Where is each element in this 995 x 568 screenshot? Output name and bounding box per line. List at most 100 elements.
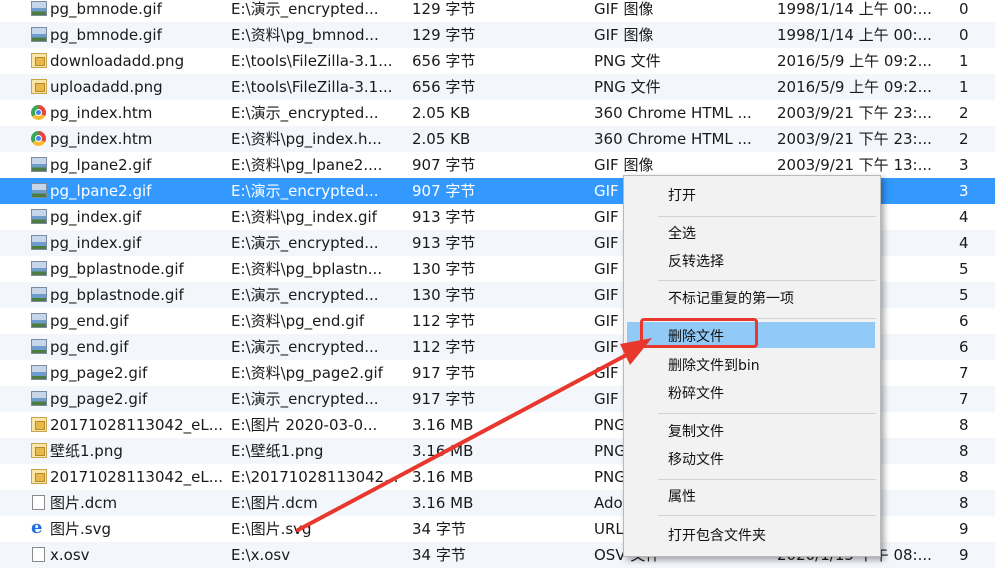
menu-item-open[interactable]: 打开 (668, 185, 696, 207)
file-name-cell: x.osv (50, 546, 90, 564)
gif-file-icon (31, 287, 47, 302)
file-name-cell: pg_bmnode.gif (50, 26, 162, 44)
menu-item-open-containing-folder[interactable]: 打开包含文件夹 (668, 525, 766, 547)
file-name-cell: 20171028113042_eL... (50, 416, 223, 434)
gif-file-icon (31, 235, 47, 250)
htm-file-icon (31, 105, 46, 120)
file-name-cell: pg_lpane2.gif (50, 156, 152, 174)
file-size-cell: 3.16 MB (412, 494, 474, 512)
duplicate-group-cell: 8 (959, 416, 969, 434)
menu-separator (658, 515, 876, 516)
file-size-cell: 917 字节 (412, 364, 476, 382)
menu-separator (658, 413, 876, 414)
duplicate-group-cell: 3 (959, 182, 969, 200)
file-size-cell: 907 字节 (412, 156, 476, 174)
file-path-cell: E:\资料\pg_bmnod... (231, 26, 379, 44)
file-name-cell: pg_page2.gif (50, 364, 148, 382)
menu-item-unmark-first-duplicate[interactable]: 不标记重复的第一项 (668, 288, 794, 310)
file-type-cell: GIF 图像 (594, 0, 654, 18)
duplicate-group-cell: 6 (959, 312, 969, 330)
table-row[interactable]: uploadadd.png E:\tools\FileZilla-3.1... 65… (0, 74, 995, 100)
file-size-cell: 656 字节 (412, 52, 476, 70)
duplicate-group-cell: 2 (959, 130, 969, 148)
duplicate-group-cell: 8 (959, 494, 969, 512)
table-row[interactable]: pg_index.htm E:\演示_encrypted... 2.05 KB 360… (0, 100, 995, 126)
duplicate-group-cell: 8 (959, 468, 969, 486)
file-size-cell: 129 字节 (412, 26, 476, 44)
duplicate-group-cell: 0 (959, 26, 969, 44)
duplicate-group-cell: 8 (959, 442, 969, 460)
png-file-icon (31, 79, 47, 94)
file-name-cell: 20171028113042_eL... (50, 468, 223, 486)
file-size-cell: 130 字节 (412, 260, 476, 278)
file-date-cell: 1998/1/14 上午 00:... (777, 26, 932, 44)
dcm-file-icon (32, 495, 45, 510)
file-type-cell: PNG 文件 (594, 78, 661, 96)
file-size-cell: 112 字节 (412, 312, 476, 330)
file-name-cell: pg_index.gif (50, 234, 142, 252)
duplicate-group-cell: 7 (959, 390, 969, 408)
file-path-cell: E:\资料\pg_bplastn... (231, 260, 383, 278)
file-size-cell: 2.05 KB (412, 130, 471, 148)
duplicate-group-cell: 4 (959, 208, 969, 226)
gif-file-icon (31, 183, 47, 198)
menu-item-invert-selection[interactable]: 反转选择 (668, 251, 724, 273)
file-size-cell: 656 字节 (412, 78, 476, 96)
menu-separator (658, 280, 876, 281)
file-size-cell: 917 字节 (412, 390, 476, 408)
gif-file-icon (31, 391, 47, 406)
file-size-cell: 3.16 MB (412, 442, 474, 460)
file-size-cell: 907 字节 (412, 182, 476, 200)
file-size-cell: 34 字节 (412, 546, 466, 564)
file-type-cell: 360 Chrome HTML ... (594, 130, 752, 148)
duplicate-group-cell: 7 (959, 364, 969, 382)
file-path-cell: E:\资料\pg_page2.gif (231, 364, 383, 382)
file-name-cell: pg_lpane2.gif (50, 182, 152, 200)
menu-item-properties[interactable]: 属性 (668, 486, 696, 508)
menu-separator (658, 479, 876, 480)
file-path-cell: E:\演示_encrypted... (231, 104, 379, 122)
gif-file-icon (31, 157, 47, 172)
png-file-icon (31, 53, 47, 68)
table-row[interactable]: pg_bmnode.gif E:\资料\pg_bmnod... 129 字节 GIF … (0, 22, 995, 48)
menu-item-select-all[interactable]: 全选 (668, 223, 696, 245)
file-date-cell: 2003/9/21 下午 23:... (777, 104, 932, 122)
menu-item-delete-to-bin[interactable]: 删除文件到bin (668, 355, 760, 377)
file-path-cell: E:\x.osv (231, 546, 291, 564)
table-row[interactable]: pg_bmnode.gif E:\演示_encrypted... 129 字节 GIF… (0, 0, 995, 22)
file-size-cell: 3.16 MB (412, 416, 474, 434)
file-date-cell: 2016/5/9 上午 09:2... (777, 52, 932, 70)
menu-item-move-file[interactable]: 移动文件 (668, 449, 724, 471)
file-path-cell: E:\20171028113042... (231, 468, 399, 486)
gif-file-icon (31, 339, 47, 354)
file-name-cell: uploadadd.png (50, 78, 163, 96)
file-path-cell: E:\资料\pg_lpane2.... (231, 156, 383, 174)
file-date-cell: 2016/5/9 上午 09:2... (777, 78, 932, 96)
file-name-cell: pg_page2.gif (50, 390, 148, 408)
menu-item-copy-file[interactable]: 复制文件 (668, 421, 724, 443)
file-path-cell: E:\资料\pg_index.gif (231, 208, 377, 226)
menu-separator (658, 216, 876, 217)
duplicate-group-cell: 3 (959, 156, 969, 174)
file-path-cell: E:\演示_encrypted... (231, 390, 379, 408)
gif-file-icon (31, 27, 47, 42)
file-size-cell: 3.16 MB (412, 468, 474, 486)
file-path-cell: E:\图片.svg (231, 520, 312, 538)
png-file-icon (31, 443, 47, 458)
file-name-cell: 壁纸1.png (50, 442, 123, 460)
duplicate-group-cell: 5 (959, 286, 969, 304)
table-row[interactable]: pg_index.htm E:\资料\pg_index.h... 2.05 KB 36… (0, 126, 995, 152)
gif-file-icon (31, 365, 47, 380)
file-path-cell: E:\tools\FileZilla-3.1... (231, 78, 393, 96)
table-row[interactable]: downloadadd.png E:\tools\FileZilla-3.1...… (0, 48, 995, 74)
duplicate-group-cell: 6 (959, 338, 969, 356)
duplicate-group-cell: 4 (959, 234, 969, 252)
file-path-cell: E:\图片 2020-03-0... (231, 416, 378, 434)
file-size-cell: 34 字节 (412, 520, 466, 538)
file-path-cell: E:\演示_encrypted... (231, 182, 379, 200)
svg-file-icon (31, 515, 47, 541)
menu-item-shred-file[interactable]: 粉碎文件 (668, 383, 724, 405)
file-size-cell: 129 字节 (412, 0, 476, 18)
file-path-cell: E:\演示_encrypted... (231, 286, 379, 304)
file-path-cell: E:\资料\pg_index.h... (231, 130, 382, 148)
